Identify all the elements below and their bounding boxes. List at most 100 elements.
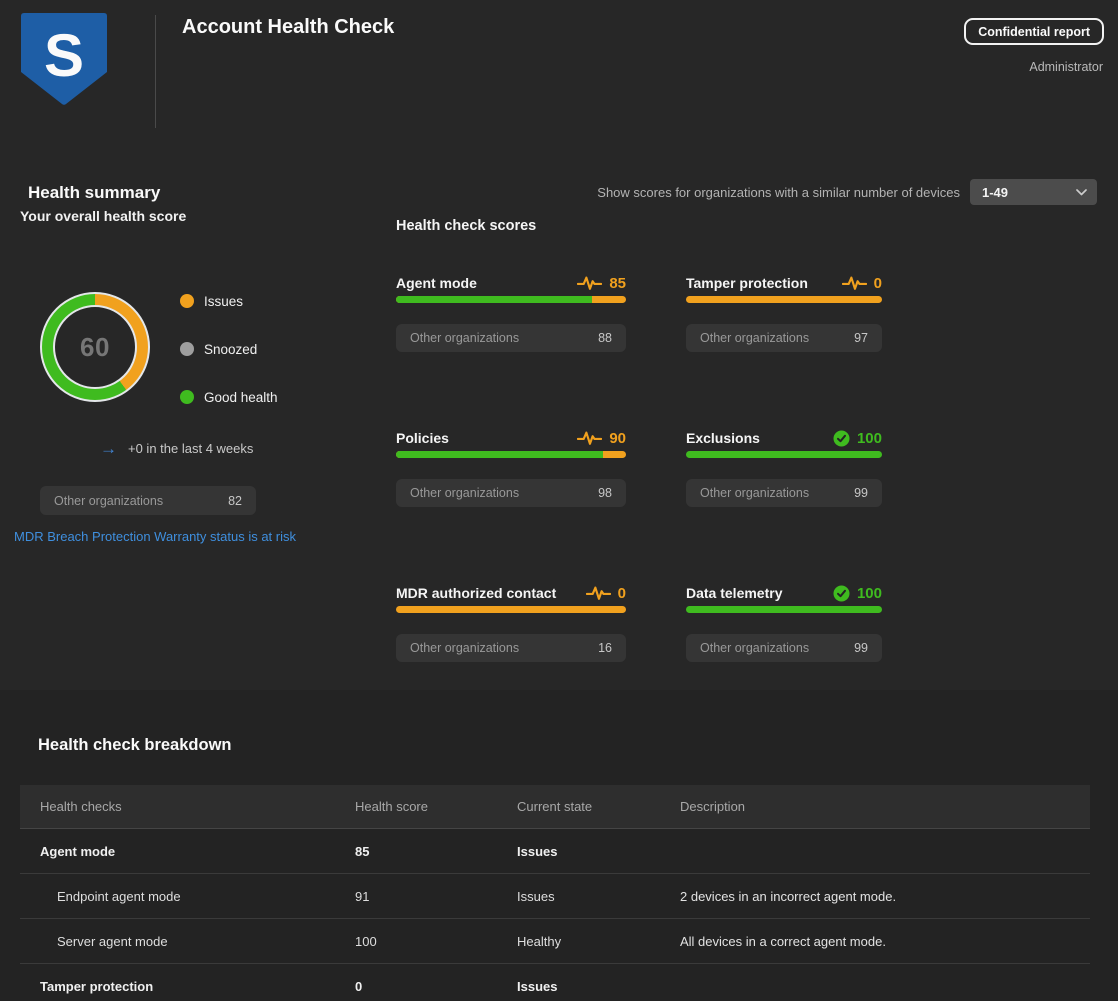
card-score-value: 0 — [618, 585, 626, 602]
score-progress-fill — [686, 451, 882, 458]
issues-dot-icon — [180, 294, 194, 308]
pulse-icon — [577, 274, 602, 292]
score-progress-bar — [686, 606, 882, 613]
card-score-value: 0 — [874, 275, 882, 292]
legend-label: Good health — [204, 390, 278, 405]
benchmark-label: Other organizations — [700, 486, 809, 500]
benchmark-value: 99 — [854, 486, 868, 500]
donut-hole: 60 — [53, 305, 137, 389]
check-circle-icon — [833, 430, 850, 447]
overall-score-subtitle: Your overall health score — [20, 208, 186, 224]
snoozed-dot-icon — [180, 342, 194, 356]
user-role-label: Administrator — [1029, 60, 1103, 74]
row-name: Server agent mode — [20, 934, 355, 949]
score-cards-grid: Agent mode 85 Other organizations 88 Tam… — [396, 273, 882, 662]
donut-legend: Issues Snoozed Good health — [180, 293, 278, 437]
benchmark-value: 16 — [598, 641, 612, 655]
benchmark-label: Other organizations — [700, 331, 809, 345]
score-progress-bar — [686, 451, 882, 458]
card-benchmark-pill: Other organizations 99 — [686, 634, 882, 662]
row-name: Tamper protection — [20, 979, 355, 994]
device-count-filter: Show scores for organizations with a sim… — [597, 179, 1097, 205]
benchmark-label: Other organizations — [410, 331, 519, 345]
health-check-scores-title: Health check scores — [396, 218, 536, 234]
benchmark-label: Other organizations — [700, 641, 809, 655]
card-score-value: 100 — [857, 430, 882, 447]
legend-item-snoozed: Snoozed — [180, 341, 278, 357]
breakdown-table: Health checks Health score Current state… — [20, 785, 1090, 1001]
check-circle-icon — [833, 585, 850, 602]
score-progress-fill — [396, 451, 603, 458]
card-benchmark-pill: Other organizations 98 — [396, 479, 626, 507]
card-name: Tamper protection — [686, 275, 808, 291]
benchmark-value: 98 — [598, 486, 612, 500]
column-header-description: Description — [680, 799, 1090, 814]
column-header-current-state: Current state — [517, 799, 680, 814]
card-score-value: 85 — [609, 275, 626, 292]
row-state: Issues — [517, 979, 680, 994]
shield-icon: S — [18, 12, 110, 108]
table-row-tamper-protection: Tamper protection 0 Issues — [20, 964, 1090, 1001]
score-card-agent-mode: Agent mode 85 Other organizations 88 — [396, 273, 626, 352]
top-section: S Account Health Check Confidential repo… — [0, 0, 1118, 690]
benchmark-value: 99 — [854, 641, 868, 655]
health-score-donut: 60 — [40, 292, 150, 402]
benchmark-value: 82 — [228, 494, 242, 508]
table-row-agent-mode: Agent mode 85 Issues — [20, 829, 1090, 874]
legend-label: Issues — [204, 294, 243, 309]
row-score: 85 — [355, 844, 517, 859]
card-score-value: 100 — [857, 585, 882, 602]
score-progress-bar — [396, 451, 626, 458]
row-score: 91 — [355, 889, 517, 904]
row-name: Agent mode — [20, 844, 355, 859]
score-card-tamper-protection: Tamper protection 0 Other organizations … — [686, 273, 882, 352]
arrow-right-icon: → — [100, 440, 117, 457]
legend-item-good-health: Good health — [180, 389, 278, 405]
legend-label: Snoozed — [204, 342, 257, 357]
row-state: Issues — [517, 889, 680, 904]
benchmark-label: Other organizations — [54, 494, 163, 508]
card-benchmark-pill: Other organizations 16 — [396, 634, 626, 662]
page-title: Account Health Check — [182, 16, 394, 39]
card-benchmark-pill: Other organizations 97 — [686, 324, 882, 352]
score-card-mdr-authorized-contact: MDR authorized contact 0 Other organizat… — [396, 583, 626, 662]
card-name: Exclusions — [686, 430, 760, 446]
score-progress-bar — [686, 296, 882, 303]
chevron-down-icon — [1076, 189, 1087, 196]
table-row-server-agent-mode: Server agent mode 100 Healthy All device… — [20, 919, 1090, 964]
account-health-check-page: S Account Health Check Confidential repo… — [0, 0, 1118, 1001]
legend-item-issues: Issues — [180, 293, 278, 309]
row-name: Endpoint agent mode — [20, 889, 355, 904]
card-benchmark-pill: Other organizations 99 — [686, 479, 882, 507]
summary-benchmark-pill: Other organizations 82 — [40, 486, 256, 515]
sophos-logo: S — [18, 12, 110, 108]
benchmark-value: 97 — [854, 331, 868, 345]
table-row-endpoint-agent-mode: Endpoint agent mode 91 Issues 2 devices … — [20, 874, 1090, 919]
row-description: 2 devices in an incorrect agent mode. — [680, 889, 1090, 904]
svg-text:S: S — [44, 22, 84, 89]
header-divider — [155, 15, 156, 128]
trend-text: +0 in the last 4 weeks — [128, 441, 253, 456]
health-check-breakdown-title: Health check breakdown — [38, 736, 231, 755]
pulse-icon — [842, 274, 867, 292]
row-state: Healthy — [517, 934, 680, 949]
row-score: 0 — [355, 979, 517, 994]
health-summary-title: Health summary — [28, 183, 160, 203]
column-header-health-checks: Health checks — [20, 799, 355, 814]
mdr-warranty-warning-link[interactable]: MDR Breach Protection Warranty status is… — [14, 529, 296, 544]
score-card-exclusions: Exclusions 100 Other organizations 99 — [686, 428, 882, 507]
score-progress-fill — [686, 606, 882, 613]
score-progress-fill — [396, 296, 592, 303]
card-name: MDR authorized contact — [396, 585, 556, 601]
score-progress-bar — [396, 296, 626, 303]
row-description: All devices in a correct agent mode. — [680, 934, 1090, 949]
benchmark-label: Other organizations — [410, 486, 519, 500]
pulse-icon — [586, 584, 611, 602]
card-name: Data telemetry — [686, 585, 783, 601]
device-range-select[interactable]: 1-49 — [970, 179, 1097, 205]
card-name: Policies — [396, 430, 449, 446]
overall-health-score-value: 60 — [80, 332, 110, 363]
pulse-icon — [577, 429, 602, 447]
score-card-policies: Policies 90 Other organizations 98 — [396, 428, 626, 507]
selected-device-range: 1-49 — [982, 185, 1008, 200]
